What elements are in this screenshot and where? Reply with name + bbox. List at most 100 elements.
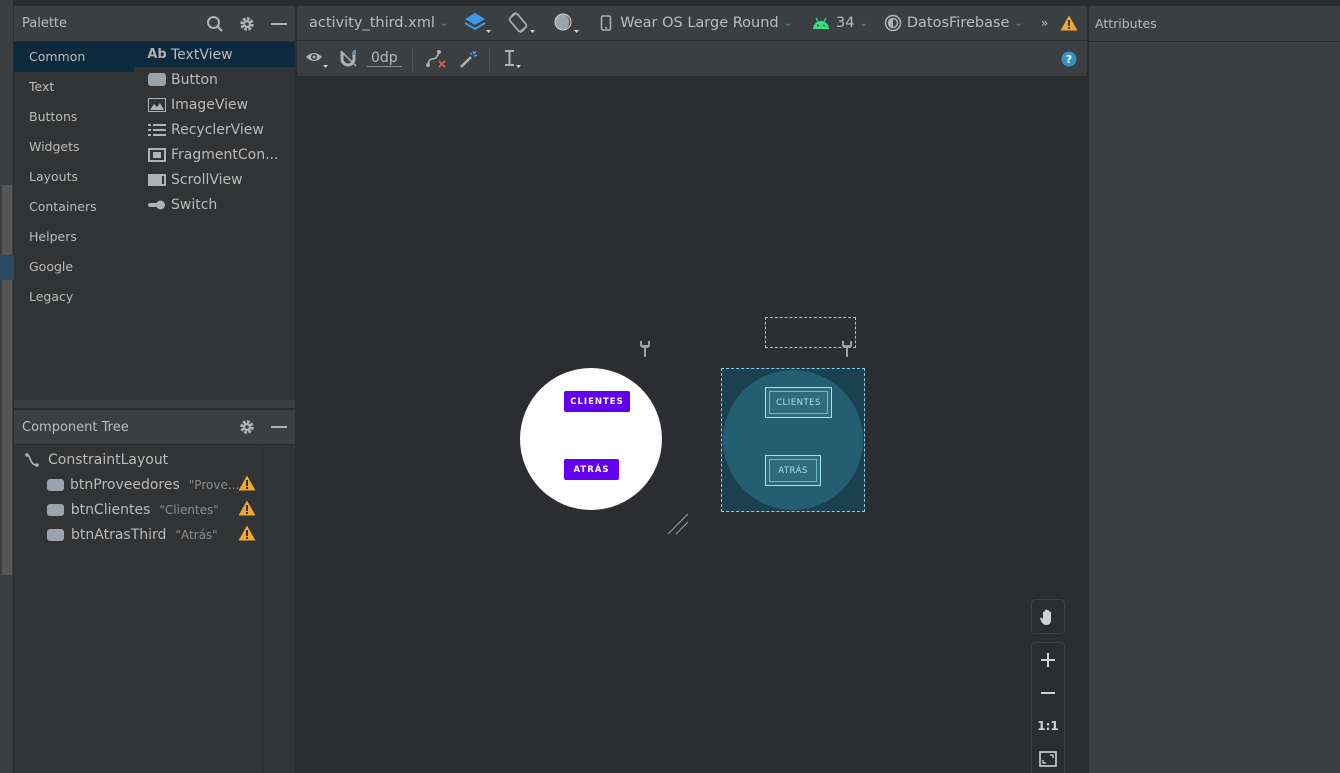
more-actions-button[interactable]: » (1035, 6, 1054, 40)
blueprint-preview[interactable]: CLIENTES ATRÁS (721, 368, 865, 512)
search-icon[interactable] (199, 6, 231, 42)
double-chevron-right-icon: » (1040, 16, 1049, 30)
api-level: 34 (836, 15, 855, 31)
view-options-button[interactable] (297, 41, 335, 76)
scrollview-icon (148, 173, 166, 187)
zoom-control-group: 1:1 (1031, 642, 1065, 773)
warning-icon[interactable] (238, 475, 256, 495)
atras-button-preview[interactable]: ATRÁS (564, 459, 619, 480)
palette-categories: Common Text Buttons Widgets Layouts Cont… (14, 42, 134, 312)
tree-node-btnatrasthird[interactable]: btnAtrasThird "Atrás" (14, 522, 262, 547)
switch-icon (148, 198, 166, 212)
magnet-off-icon (340, 49, 357, 67)
palette-title: Palette (22, 16, 68, 31)
phone-icon (601, 15, 612, 31)
api-level-selector[interactable]: 34 ⌄ (798, 6, 874, 40)
chevron-down-icon: ⌄ (1014, 17, 1023, 29)
issues-button[interactable] (1054, 6, 1088, 40)
guidelines-button[interactable] (492, 41, 530, 76)
palette-category-containers[interactable]: Containers (14, 192, 134, 222)
device-name: Wear OS Large Round (620, 15, 779, 31)
tree-node-btnclientes[interactable]: btnClientes "Clientes" (14, 497, 262, 522)
panel-splitter[interactable] (14, 400, 295, 408)
warning-icon[interactable] (238, 525, 256, 545)
palette-category-widgets[interactable]: Widgets (14, 132, 134, 162)
palette-category-layouts[interactable]: Layouts (14, 162, 134, 192)
wrench-icon[interactable] (841, 340, 853, 362)
design-canvas[interactable]: CLIENTES ATRÁS CLIENTES ATRÁS 1:1 (297, 77, 1087, 773)
layers-icon (464, 13, 492, 33)
tool-strip-scrollbar[interactable] (2, 185, 12, 575)
clear-constraints-button[interactable] (415, 41, 453, 76)
palette-item-scrollview[interactable]: ScrollView (134, 167, 295, 192)
palette-panel: Palette Common Text Buttons Widgets Layo… (14, 5, 295, 405)
palette-item-label: RecyclerView (171, 121, 264, 138)
file-selector[interactable]: activity_third.xml ⌄ (297, 6, 454, 40)
design-preview[interactable]: CLIENTES ATRÁS (520, 368, 662, 510)
component-tree-title: Component Tree (22, 419, 129, 435)
tree-node-label: ConstraintLayout (48, 451, 169, 468)
wrench-icon[interactable] (639, 340, 651, 362)
palette-item-recyclerview[interactable]: RecyclerView (134, 117, 295, 142)
palette-items: Ab TextView Button ImageView RecyclerVie… (134, 42, 295, 217)
button-icon (148, 73, 166, 87)
gear-icon[interactable] (231, 409, 263, 445)
palette-item-label: ScrollView (171, 171, 243, 188)
theme-name: DatosFirebase (906, 15, 1010, 31)
clientes-button-blueprint[interactable]: CLIENTES (765, 387, 832, 418)
palette-category-common[interactable]: Common (14, 42, 134, 72)
chevron-down-icon: ⌄ (859, 17, 868, 29)
night-mode-button[interactable] (546, 6, 586, 40)
file-name: activity_third.xml (309, 15, 435, 31)
palette-category-buttons[interactable]: Buttons (14, 102, 134, 132)
palette-item-label: Switch (171, 196, 218, 213)
tree-node-text: "Clientes" (159, 502, 219, 517)
minimize-icon[interactable] (263, 409, 295, 445)
palette-item-imageview[interactable]: ImageView (134, 92, 295, 117)
theme-selector[interactable]: DatosFirebase ⌄ (874, 6, 1029, 40)
attributes-title: Attributes (1095, 16, 1157, 31)
autoconnect-toggle[interactable] (335, 41, 363, 76)
infer-constraints-button[interactable] (453, 41, 485, 76)
attributes-header: Attributes (1089, 6, 1340, 42)
warning-icon[interactable] (238, 500, 256, 520)
recyclerview-icon (148, 123, 166, 137)
palette-item-button[interactable]: Button (134, 67, 295, 92)
zoom-out-button[interactable] (1032, 676, 1064, 709)
warning-icon (1060, 15, 1078, 31)
gear-icon[interactable] (231, 6, 263, 42)
zoom-to-fit-button[interactable] (1032, 742, 1064, 773)
palette-category-text[interactable]: Text (14, 72, 134, 102)
default-margin-selector[interactable]: 0dp (367, 50, 402, 67)
tree-node-btnproveedores[interactable]: btnProveedores "Prove... (14, 472, 262, 497)
tree-node-constraintlayout[interactable]: ConstraintLayout (14, 447, 262, 472)
palette-item-label: ImageView (171, 96, 249, 113)
palette-category-google[interactable]: Google (14, 252, 134, 282)
orientation-button[interactable] (502, 6, 542, 40)
design-surface-button[interactable] (458, 6, 498, 40)
button-icon (47, 478, 64, 491)
clientes-button-preview[interactable]: CLIENTES (564, 391, 630, 412)
palette-item-fragmentcontainer[interactable]: FragmentCon... (134, 142, 295, 167)
palette-item-textview[interactable]: Ab TextView (134, 42, 295, 67)
zoom-in-button[interactable] (1032, 643, 1064, 676)
device-selector[interactable]: Wear OS Large Round ⌄ (590, 6, 798, 40)
actual-size-button[interactable]: 1:1 (1032, 709, 1064, 742)
resize-handle-icon[interactable] (667, 513, 689, 539)
android-studio-layout-editor: Palette Common Text Buttons Widgets Layo… (0, 0, 1340, 773)
palette-category-legacy[interactable]: Legacy (14, 282, 134, 312)
palette-category-helpers[interactable]: Helpers (14, 222, 134, 252)
button-icon (47, 503, 65, 516)
palette-header: Palette (14, 6, 295, 42)
tool-strip-selected[interactable] (0, 255, 14, 280)
minimize-icon[interactable] (263, 6, 295, 42)
atras-button-blueprint[interactable]: ATRÁS (765, 455, 821, 486)
help-button[interactable]: ? (1055, 41, 1087, 76)
pan-button[interactable] (1032, 600, 1064, 633)
component-tree: ConstraintLayout btnProveedores "Prove..… (14, 445, 263, 773)
palette-item-switch[interactable]: Switch (134, 192, 295, 217)
night-mode-icon (554, 13, 580, 33)
tree-node-text: "Atrás" (175, 527, 218, 542)
fit-screen-icon (1039, 750, 1057, 767)
button-icon (47, 528, 65, 541)
